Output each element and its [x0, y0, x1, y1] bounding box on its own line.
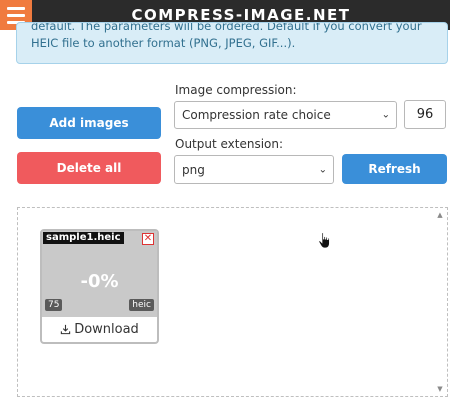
download-label: Download [74, 321, 139, 337]
file-thumbnail: sample1.heic ✕ -0% 75 heic [42, 231, 157, 317]
chevron-down-icon: ⌄ [318, 164, 327, 175]
info-line-1: default. The parameters will be ordered.… [31, 22, 422, 33]
delete-all-button[interactable]: Delete all [17, 152, 161, 184]
download-button[interactable]: Download [46, 318, 153, 340]
compression-ratio: -0% [80, 271, 119, 292]
extension-select-value: png [182, 162, 205, 177]
info-line-2: HEIC file to another format (PNG, JPEG, … [31, 36, 296, 50]
compression-select[interactable]: Compression rate choice ⌄ [174, 101, 397, 129]
extension-badge: heic [129, 299, 154, 311]
scroll-down-icon[interactable]: ▼ [435, 385, 445, 393]
refresh-button[interactable]: Refresh [342, 154, 447, 184]
download-icon [61, 324, 71, 334]
extension-select[interactable]: png ⌄ [174, 155, 334, 184]
scroll-up-icon[interactable]: ▲ [435, 211, 445, 219]
info-message: default. The parameters will be ordered.… [16, 22, 448, 64]
file-card: sample1.heic ✕ -0% 75 heic Download [40, 229, 159, 344]
quality-input[interactable]: 96 [404, 100, 446, 129]
compression-select-value: Compression rate choice [182, 108, 331, 122]
hand-cursor-icon [318, 232, 330, 249]
scrollbar[interactable]: ▲ ▼ [435, 211, 445, 393]
remove-file-icon[interactable]: ✕ [142, 233, 154, 245]
quality-badge: 75 [45, 299, 63, 311]
chevron-down-icon: ⌄ [381, 109, 390, 121]
file-name: sample1.heic [43, 232, 124, 244]
add-images-button[interactable]: Add images [17, 107, 161, 139]
extension-label: Output extension: [175, 137, 284, 151]
compression-label: Image compression: [175, 83, 297, 97]
